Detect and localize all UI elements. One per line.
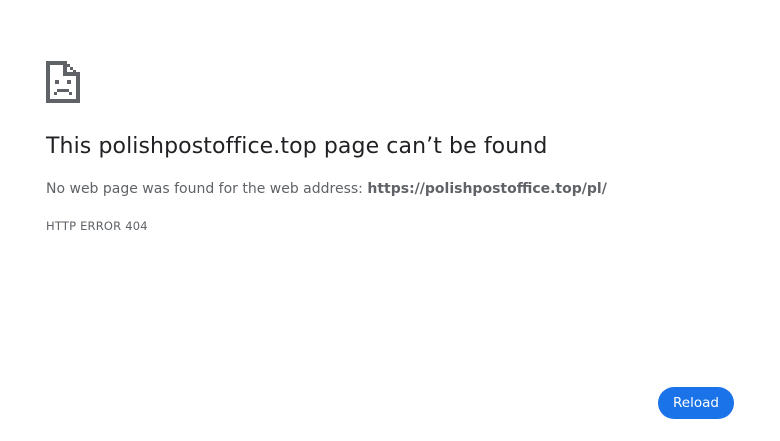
requested-url: https://polishpostoffice.top/pl/ <box>367 181 607 197</box>
headline-message: page can’t be found <box>316 134 548 159</box>
error-page: This polishpostoffice.top page can’t be … <box>0 0 780 441</box>
reload-button[interactable]: Reload <box>658 387 734 419</box>
detail-prefix: No web page was found for the web addres… <box>46 181 368 197</box>
error-headline: This polishpostoffice.top page can’t be … <box>46 134 547 159</box>
headline-site: This polishpostoffice.top <box>46 134 317 159</box>
error-detail: No web page was found for the web addres… <box>46 181 607 197</box>
sad-document-icon <box>46 61 80 103</box>
error-code: HTTP ERROR 404 <box>46 219 148 233</box>
